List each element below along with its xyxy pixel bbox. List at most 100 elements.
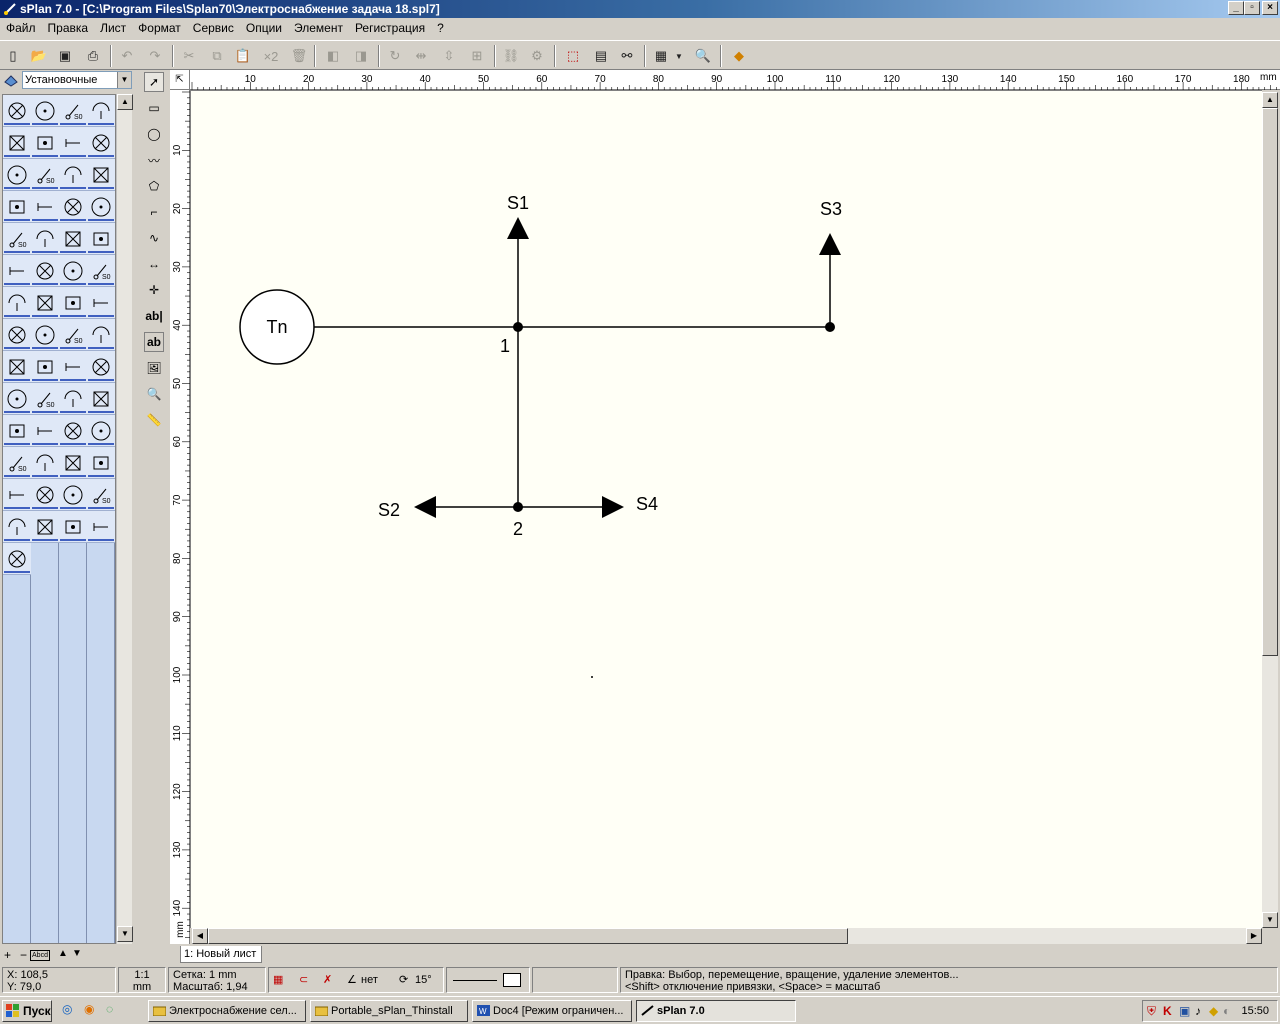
measure-icon[interactable]: 📏 — [144, 410, 164, 430]
save-icon[interactable]: ▣ — [54, 45, 76, 67]
drawing-canvas[interactable]: Tn S1 S3 S2 S4 1 2 — [190, 90, 1262, 928]
rectangle-icon[interactable]: ▭ — [144, 98, 164, 118]
menu-format[interactable]: Формат — [132, 18, 187, 38]
library-component[interactable]: S0 — [3, 447, 31, 479]
angle-value[interactable]: нет — [361, 968, 378, 992]
library-component[interactable] — [59, 223, 87, 255]
delete-icon[interactable]: 🗑 — [288, 45, 310, 67]
scroll-right-icon[interactable]: ▶ — [1246, 928, 1262, 944]
scroll-up-icon[interactable]: ▲ — [117, 94, 133, 110]
copy-icon[interactable]: ⧉ — [206, 45, 228, 67]
kaspersky-icon[interactable]: K — [1163, 1004, 1172, 1018]
menu-service[interactable]: Сервис — [187, 18, 240, 38]
library-component[interactable] — [31, 447, 59, 479]
bezier-icon[interactable]: ∿ — [144, 228, 164, 248]
task-explorer[interactable]: Электроснабжение сел... — [148, 1000, 306, 1022]
library-component[interactable] — [87, 159, 115, 191]
library-component[interactable] — [3, 159, 31, 191]
library-component[interactable] — [87, 511, 115, 543]
library-component[interactable] — [31, 351, 59, 383]
mirror-horizontal-icon[interactable]: ⇹ — [410, 45, 432, 67]
text-icon[interactable]: ab| — [144, 306, 164, 326]
library-component[interactable] — [31, 95, 59, 127]
avast-icon[interactable]: ◉ — [84, 1002, 94, 1016]
library-component[interactable] — [59, 287, 87, 319]
chevron-down-icon[interactable]: ▼ — [117, 72, 131, 88]
magnet-icon[interactable]: ⊂ — [299, 968, 308, 992]
undo-icon[interactable]: ↶ — [116, 45, 138, 67]
tab-sheet-1[interactable]: 1: Новый лист — [180, 946, 262, 963]
arrow-up-icon[interactable]: ▲ — [58, 948, 68, 959]
page-frame-icon[interactable]: ⬚ — [562, 45, 584, 67]
library-component[interactable] — [59, 127, 87, 159]
angle-icon[interactable]: ∠ — [347, 968, 357, 992]
remove-icon[interactable]: − — [20, 948, 27, 962]
network-icon[interactable]: ▣ — [1179, 1004, 1190, 1018]
polyline-icon[interactable]: ⌐ — [144, 202, 164, 222]
menu-options[interactable]: Опции — [240, 18, 288, 38]
rotate-step-icon[interactable]: ⟳ — [399, 968, 408, 992]
polygon-icon[interactable]: ⬠ — [144, 176, 164, 196]
menu-element[interactable]: Элемент — [288, 18, 349, 38]
print-icon[interactable]: ⎙ — [82, 45, 104, 67]
library-component[interactable]: S0 — [59, 319, 87, 351]
library-component[interactable] — [59, 415, 87, 447]
library-component[interactable] — [87, 127, 115, 159]
library-component[interactable] — [31, 255, 59, 287]
library-component[interactable] — [59, 191, 87, 223]
open-folder-icon[interactable]: 📂 — [28, 45, 50, 67]
scroll-down-icon[interactable]: ▼ — [1262, 912, 1278, 928]
node-1-junction[interactable] — [513, 322, 523, 332]
library-component[interactable] — [59, 479, 87, 511]
library-component[interactable] — [31, 223, 59, 255]
add-icon[interactable]: + — [4, 948, 11, 962]
minimize-button[interactable]: _ — [1228, 1, 1244, 15]
library-component[interactable] — [87, 223, 115, 255]
library-component[interactable] — [3, 543, 31, 575]
library-component[interactable] — [87, 415, 115, 447]
cut-icon[interactable]: ✂ — [178, 45, 200, 67]
task-splan[interactable]: sPlan 7.0 — [636, 1000, 796, 1022]
restore-button[interactable]: ▫ — [1244, 1, 1260, 15]
task-word[interactable]: W Doc4 [Режим ограничен... — [472, 1000, 632, 1022]
library-component[interactable] — [59, 159, 87, 191]
scroll-down-icon[interactable]: ▼ — [117, 926, 133, 942]
menu-edit[interactable]: Правка — [42, 18, 95, 38]
library-component[interactable]: S0 — [3, 223, 31, 255]
duplicate-button[interactable]: ×2 — [260, 45, 282, 67]
library-component[interactable] — [31, 127, 59, 159]
node-2-junction[interactable] — [513, 502, 523, 512]
library-component[interactable] — [3, 287, 31, 319]
library-component[interactable] — [87, 383, 115, 415]
rotate-step-value[interactable]: 15° — [415, 968, 432, 992]
library-component[interactable] — [59, 447, 87, 479]
library-component[interactable] — [59, 255, 87, 287]
library-component[interactable] — [3, 127, 31, 159]
tray-app-icon[interactable]: ◆ — [1209, 1004, 1218, 1018]
close-button[interactable]: × — [1262, 1, 1278, 15]
shield-icon[interactable]: ⛨ — [1147, 1004, 1156, 1019]
menu-file[interactable]: Файл — [0, 18, 42, 38]
library-component[interactable] — [3, 383, 31, 415]
library-component[interactable] — [31, 479, 59, 511]
scroll-thumb[interactable] — [208, 928, 848, 944]
to-front-icon[interactable]: ◧ — [322, 45, 344, 67]
ie-icon[interactable]: ◎ — [62, 1002, 72, 1016]
node-s3-junction[interactable] — [825, 322, 835, 332]
tray-misc-icon[interactable]: ◐ — [1223, 1004, 1230, 1018]
library-component[interactable]: S0 — [59, 95, 87, 127]
menu-registration[interactable]: Регистрация — [349, 18, 431, 38]
library-component[interactable] — [3, 255, 31, 287]
library-component[interactable]: S0 — [87, 255, 115, 287]
library-component[interactable] — [87, 319, 115, 351]
task-folder[interactable]: Portable_sPlan_Thinstall — [310, 1000, 468, 1022]
library-component[interactable] — [87, 351, 115, 383]
color-swatch[interactable] — [503, 973, 521, 987]
arrow-down-icon[interactable]: ▼ — [72, 948, 82, 959]
to-back-icon[interactable]: ◨ — [350, 45, 372, 67]
library-component[interactable] — [59, 383, 87, 415]
ungroup-icon[interactable]: ⚙ — [526, 45, 548, 67]
library-component[interactable] — [31, 415, 59, 447]
library-component[interactable] — [3, 351, 31, 383]
library-component[interactable]: S0 — [31, 159, 59, 191]
